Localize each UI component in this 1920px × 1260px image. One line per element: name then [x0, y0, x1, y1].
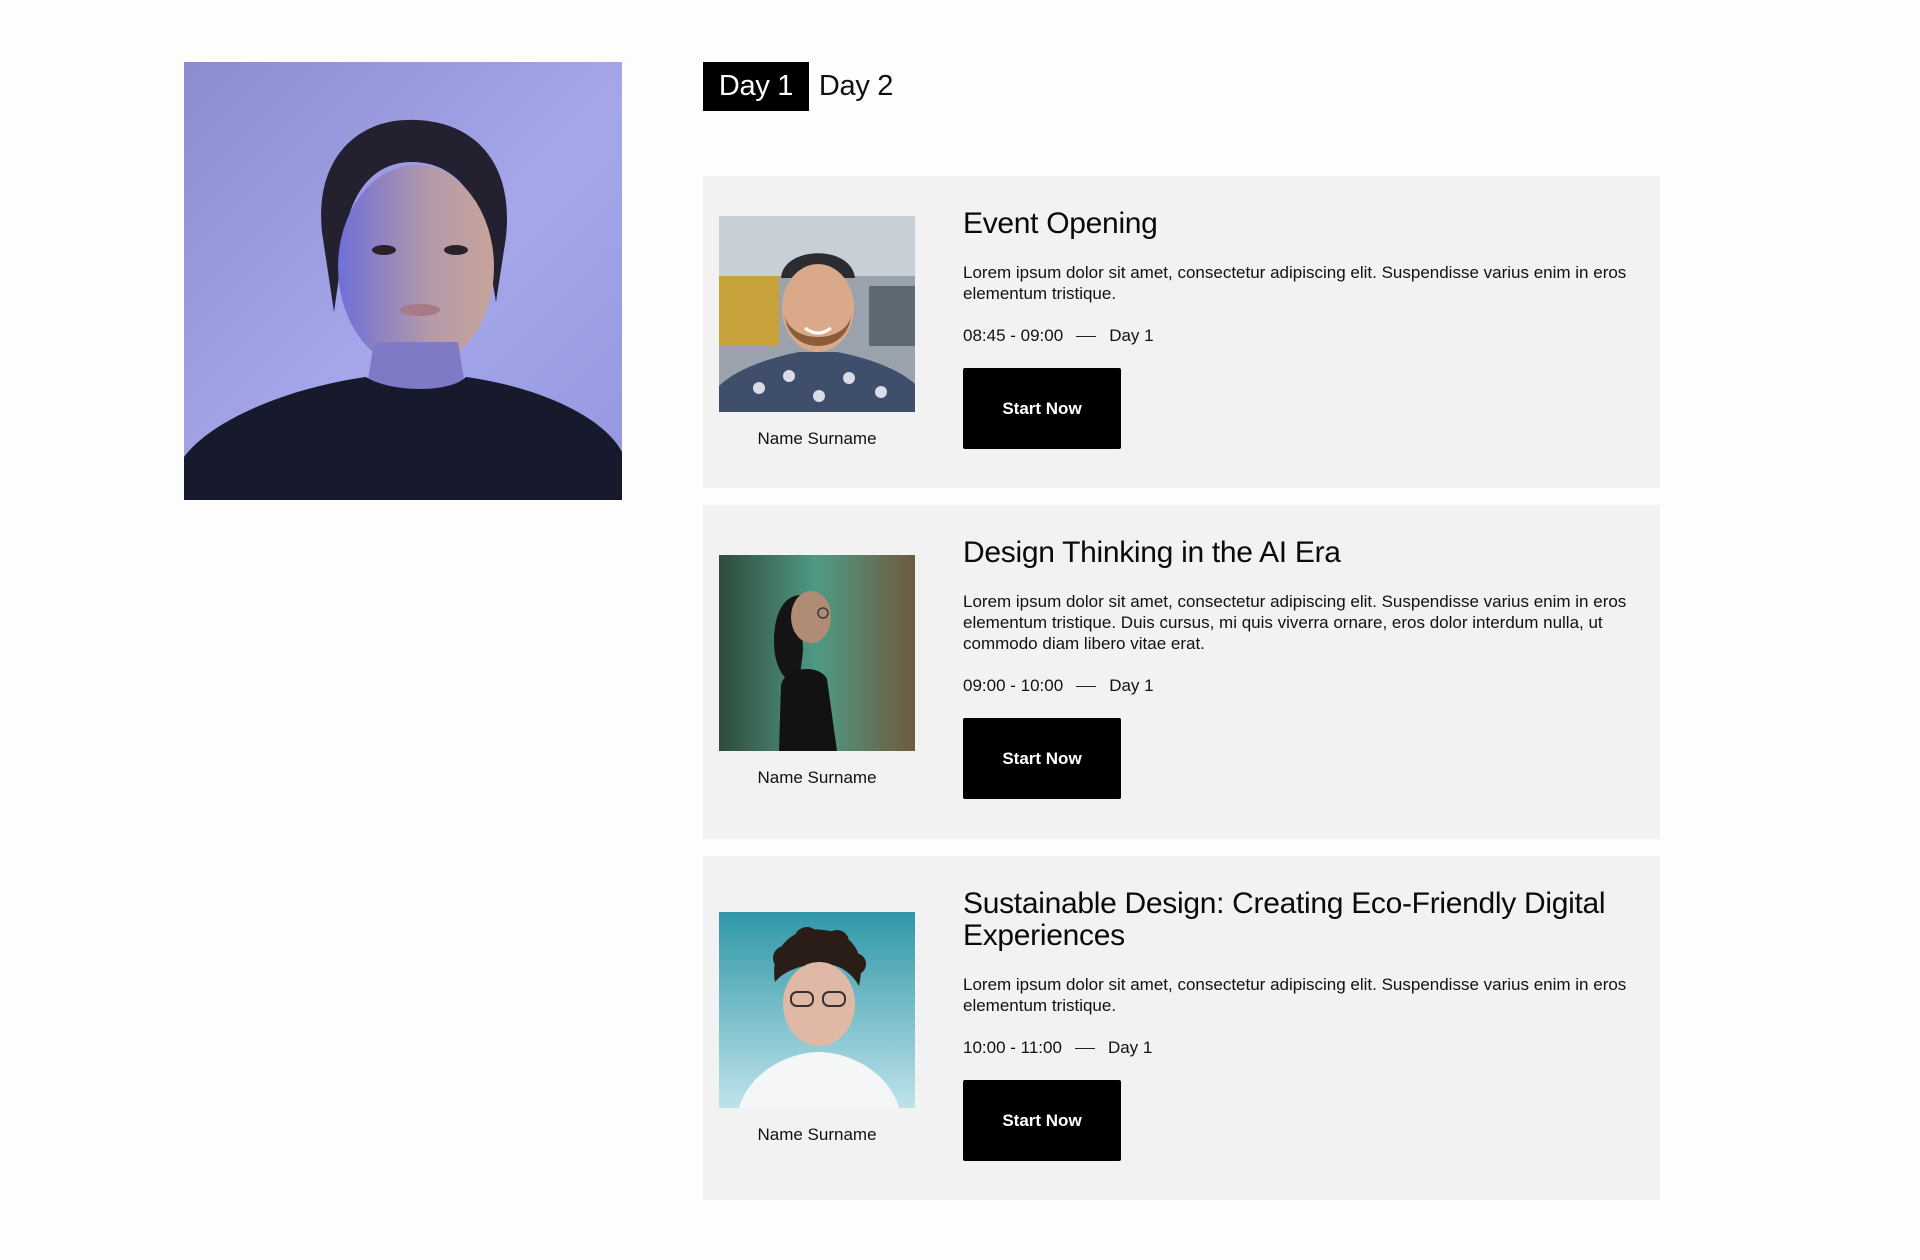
bearded-man-cap-photo — [719, 216, 915, 412]
session-meta: 08:45 - 09:00 Day 1 — [963, 326, 1646, 346]
day-tabs: Day 1 Day 2 — [703, 62, 903, 111]
session-card: Name Surname Sustainable Design: Creatin… — [703, 856, 1660, 1200]
schedule-page: Day 1 Day 2 Name Surname Event Opening L… — [0, 0, 1920, 1260]
speaker-block: Name Surname — [719, 912, 915, 1145]
session-meta: 10:00 - 11:00 Day 1 — [963, 1038, 1646, 1058]
session-day: Day 1 — [1109, 326, 1154, 345]
start-now-button[interactable]: Start Now — [963, 718, 1121, 799]
session-title: Sustainable Design: Creating Eco-Friendl… — [963, 887, 1606, 952]
session-time: 08:45 - 09:00 — [963, 326, 1064, 345]
session-description: Lorem ipsum dolor sit amet, consectetur … — [963, 263, 1627, 303]
session-day: Day 1 — [1109, 676, 1154, 695]
meta-separator — [1076, 685, 1097, 687]
session-day: Day 1 — [1107, 1038, 1153, 1057]
speaker-block: Name Surname — [719, 555, 915, 788]
speaker-name: Name Surname — [757, 768, 877, 787]
featured-portrait-image — [184, 62, 622, 500]
curly-hair-man-glasses-photo — [719, 912, 915, 1108]
start-now-button[interactable]: Start Now — [963, 368, 1121, 449]
meta-separator — [1076, 335, 1097, 337]
tab-day-2[interactable]: Day 2 — [809, 62, 903, 111]
session-description: Lorem ipsum dolor sit amet, consectetur … — [963, 975, 1627, 1015]
session-time: 10:00 - 11:00 — [963, 1038, 1062, 1057]
session-list: Name Surname Event Opening Lorem ipsum d… — [703, 176, 1660, 1217]
session-time: 09:00 - 10:00 — [963, 676, 1064, 695]
session-body: Event Opening Lorem ipsum dolor sit amet… — [963, 208, 1646, 449]
woman-profile-green-photo — [719, 555, 915, 751]
speaker-photo — [719, 555, 915, 751]
session-title: Design Thinking in the AI Era — [963, 536, 1341, 569]
session-body: Sustainable Design: Creating Eco-Friendl… — [963, 888, 1646, 1161]
speaker-photo — [719, 216, 915, 412]
start-now-button[interactable]: Start Now — [963, 1080, 1121, 1161]
speaker-photo — [719, 912, 915, 1108]
meta-separator — [1074, 1047, 1095, 1049]
speaker-block: Name Surname — [719, 216, 915, 449]
session-description: Lorem ipsum dolor sit amet, consectetur … — [963, 592, 1627, 653]
session-card: Name Surname Event Opening Lorem ipsum d… — [703, 176, 1660, 488]
session-title: Event Opening — [963, 207, 1158, 240]
woman-portrait-photo — [184, 62, 622, 500]
session-card: Name Surname Design Thinking in the AI E… — [703, 505, 1660, 839]
session-meta: 09:00 - 10:00 Day 1 — [963, 676, 1646, 696]
session-body: Design Thinking in the AI Era Lorem ipsu… — [963, 537, 1646, 799]
speaker-name: Name Surname — [757, 1125, 877, 1144]
tab-day-1[interactable]: Day 1 — [703, 62, 809, 111]
speaker-name: Name Surname — [757, 429, 877, 448]
